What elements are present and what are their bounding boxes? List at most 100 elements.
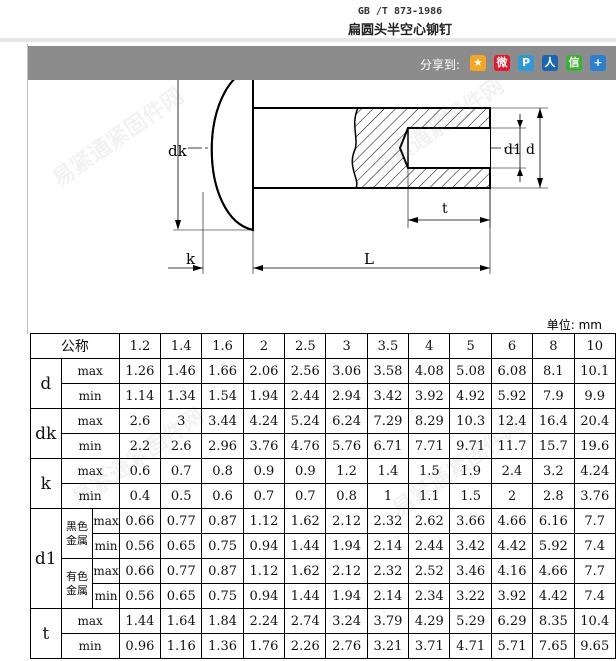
value-cell: 10.1 <box>573 358 616 384</box>
value-cell: 3.79 <box>366 608 410 634</box>
value-cell: 0.4 <box>118 483 162 509</box>
value-cell: 1.5 <box>449 483 492 509</box>
value-cell: 1.62 <box>284 558 327 584</box>
d1-param: d1 <box>30 508 62 609</box>
page-header: GB /T 873-1986 扁圆头半空心铆钉 <box>0 0 616 44</box>
value-cell: 2.52 <box>408 558 451 584</box>
value-cell: 11.7 <box>490 433 534 459</box>
value-cell: 0.87 <box>201 508 244 534</box>
value-cell: 3 <box>160 408 203 434</box>
value-cell: 4.08 <box>408 358 451 384</box>
d1-label: d1 <box>504 142 522 158</box>
value-cell: 0.7 <box>242 483 286 509</box>
value-cell: 2.56 <box>284 358 327 384</box>
value-cell: 4.24 <box>573 458 616 484</box>
table-row: 有色金属 max 0.66 0.77 0.87 1.12 1.62 2.12 2.32 2.52 3… <box>31 558 616 609</box>
value-cell: 2.34 <box>408 583 451 609</box>
value-cell: 9.9 <box>573 383 616 409</box>
value-cell: 0.56 <box>118 533 162 559</box>
value-cell: 3.92 <box>490 583 534 609</box>
table-row: t max 1.44 1.64 1.84 2.24 2.74 3.24 3.79 4.29 5.29… <box>30 608 616 659</box>
value-cell: 7.7 <box>573 508 616 534</box>
value-cell: 0.6 <box>118 458 162 484</box>
value-cell: 0.7 <box>160 458 203 484</box>
size-cell: 5 <box>449 333 492 359</box>
value-cell: 1.44 <box>284 533 327 559</box>
value-cell: 1.64 <box>160 608 203 634</box>
d-min-label: min <box>60 383 120 409</box>
value-cell: 1.94 <box>242 383 286 409</box>
value-cell: 1.4 <box>366 458 410 484</box>
value-cell: 4.42 <box>490 533 534 559</box>
value-cell: 1.66 <box>201 358 244 384</box>
value-cell: 4.42 <box>532 583 575 609</box>
value-cell: 7.29 <box>366 408 410 434</box>
weibo-icon[interactable]: 微 <box>494 55 510 71</box>
more-plus-icon[interactable]: + <box>590 55 606 71</box>
value-cell: 0.9 <box>284 458 327 484</box>
value-cell: 1.26 <box>118 358 162 384</box>
value-cell: 3.92 <box>408 383 451 409</box>
value-cell: 4.24 <box>242 408 286 434</box>
rivet-head <box>210 66 254 232</box>
value-cell: 2.2 <box>118 433 162 459</box>
value-cell: 0.9 <box>242 458 286 484</box>
value-cell: 2.94 <box>325 383 368 409</box>
value-cell: 1.14 <box>118 383 162 409</box>
table-row: d max 1.26 1.46 1.66 2.06 2.56 3.06 3.58 4.08 5.08… <box>30 358 616 409</box>
value-cell: 4.29 <box>408 608 451 634</box>
table-row: k max 0.6 0.7 0.8 0.9 0.9 1.2 1.4 1.5 1.9 2.4 3.2 4.2… <box>30 458 616 509</box>
value-cell: 3.2 <box>532 458 575 484</box>
value-cell: 5.76 <box>325 433 368 459</box>
value-cell: 2.4 <box>490 458 534 484</box>
value-cell: 6.08 <box>490 358 534 384</box>
value-cell: 8.29 <box>408 408 451 434</box>
value-cell: 10.4 <box>573 608 616 634</box>
k-max-label: max <box>60 458 120 484</box>
size-cell: 1.6 <box>201 333 244 359</box>
t-max-label: max <box>60 608 120 634</box>
k-min-label: min <box>60 483 120 509</box>
value-cell: 6.16 <box>532 508 575 534</box>
value-cell: 7.9 <box>532 383 575 409</box>
renren-icon[interactable]: 人 <box>542 55 558 71</box>
value-cell: 3.46 <box>449 558 492 584</box>
value-cell: 0.8 <box>325 483 368 509</box>
value-cell: 3.44 <box>201 408 244 434</box>
value-cell: 3.42 <box>449 533 492 559</box>
value-cell: 0.8 <box>201 458 244 484</box>
value-cell: 2.32 <box>366 558 410 584</box>
d1-max-label: max <box>92 508 120 534</box>
value-cell: 1.16 <box>160 633 203 659</box>
value-cell: 4.76 <box>284 433 327 459</box>
header-divider <box>0 38 616 42</box>
value-cell: 7.4 <box>573 583 616 609</box>
tencent-weibo-icon[interactable]: P <box>518 55 534 71</box>
value-cell: 6.24 <box>325 408 368 434</box>
qzone-star-icon[interactable]: ★ <box>470 55 486 71</box>
wechat-icon[interactable]: 信 <box>566 55 582 71</box>
value-cell: 1.36 <box>201 633 244 659</box>
size-cell: 2 <box>242 333 286 359</box>
t-label: t <box>442 201 448 217</box>
value-cell: 2.12 <box>325 508 368 534</box>
value-cell: 1.5 <box>408 458 451 484</box>
value-cell: 2.06 <box>242 358 286 384</box>
value-cell: 3.42 <box>366 383 410 409</box>
value-cell: 3.22 <box>449 583 492 609</box>
value-cell: 12.4 <box>490 408 534 434</box>
size-cell: 8 <box>532 333 575 359</box>
table-row: min 0.56 0.65 0.75 0.94 1.44 1.94 2.14 2.44 3.42 4… <box>31 533 616 559</box>
k-label: k <box>186 250 196 268</box>
unit-label: 单位: mm <box>546 318 602 332</box>
table-row: dk max 2.6 3 3.44 4.24 5.24 6.24 7.29 8.29 10.3 12.… <box>30 408 616 459</box>
dk-max-label: max <box>60 408 120 434</box>
value-cell: 0.6 <box>201 483 244 509</box>
table-row: min 0.4 0.5 0.6 0.7 0.7 0.8 1 1.1 1.5 2 2.8 3.76 <box>31 483 616 509</box>
value-cell: 2.74 <box>284 608 327 634</box>
value-cell: 0.77 <box>160 558 203 584</box>
value-cell: 4.71 <box>449 633 492 659</box>
value-cell: 2.8 <box>532 483 575 509</box>
value-cell: 7.65 <box>532 633 575 659</box>
value-cell: 9.65 <box>573 633 616 659</box>
